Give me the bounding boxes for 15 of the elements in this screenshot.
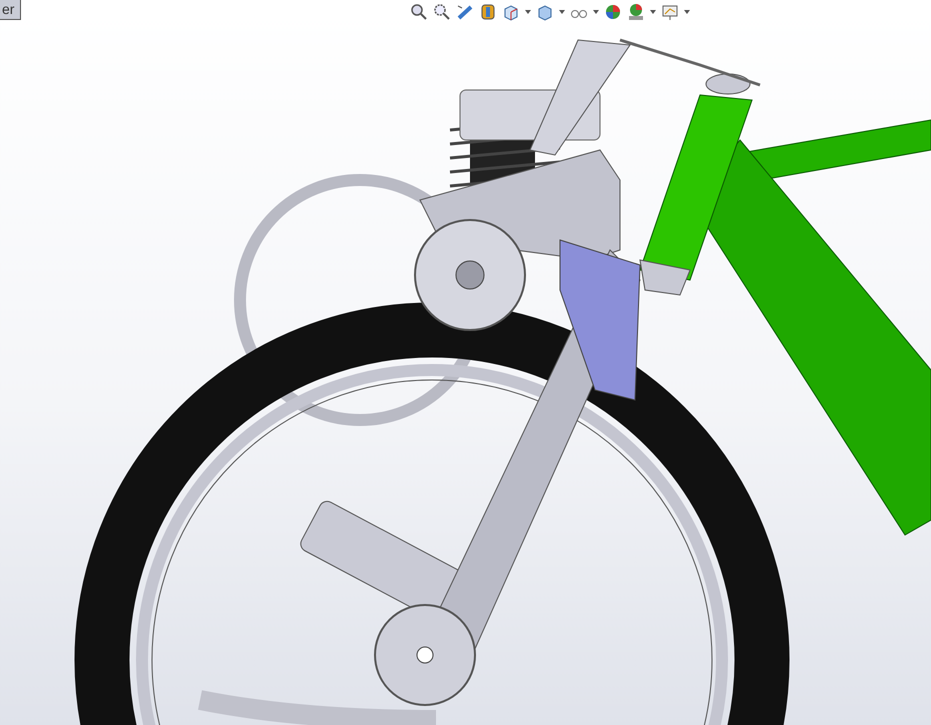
caret-icon[interactable]: [650, 10, 656, 14]
color-ball-icon[interactable]: [604, 3, 622, 21]
section-view-icon[interactable]: [479, 3, 497, 21]
caret-icon[interactable]: [525, 10, 531, 14]
scene-icon[interactable]: [627, 3, 645, 21]
zoom-icon[interactable]: [410, 3, 428, 21]
display-icon[interactable]: [661, 3, 679, 21]
cube-icon[interactable]: [536, 3, 554, 21]
wand-icon[interactable]: [456, 3, 474, 21]
caret-icon[interactable]: [684, 10, 690, 14]
zoom-area-icon[interactable]: [433, 3, 451, 21]
tab-label[interactable]: er: [0, 0, 22, 20]
caret-icon[interactable]: [559, 10, 565, 14]
caret-icon[interactable]: [593, 10, 599, 14]
cube-view-icon[interactable]: [502, 3, 520, 21]
